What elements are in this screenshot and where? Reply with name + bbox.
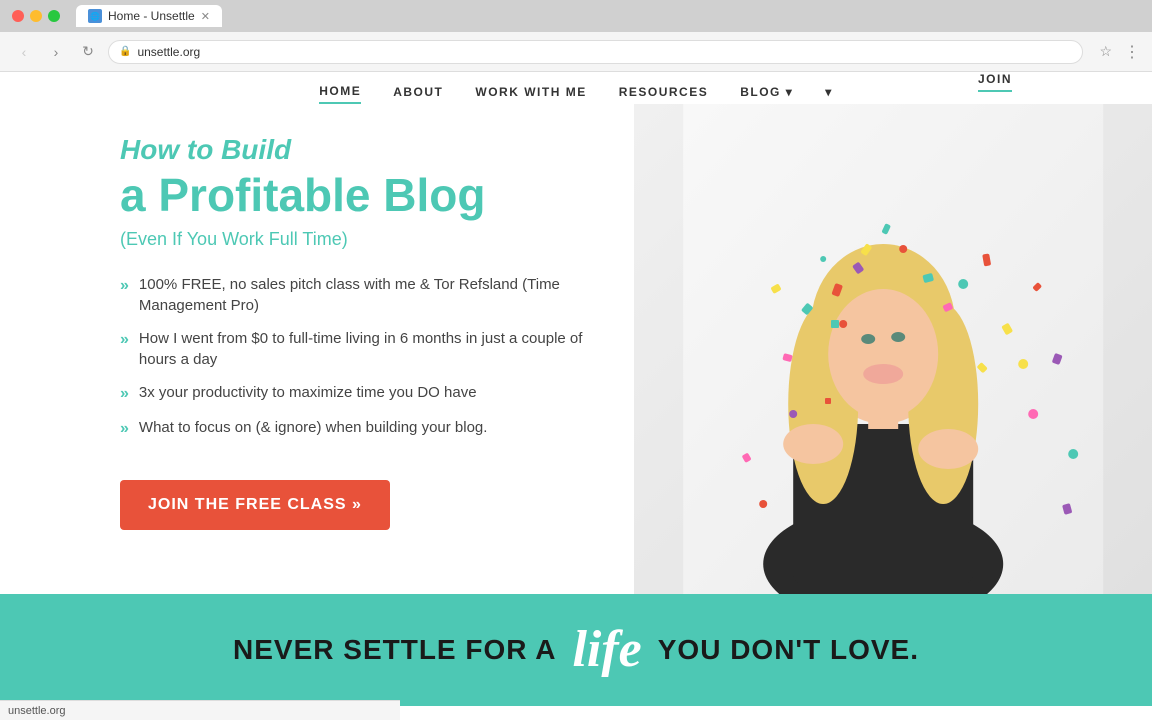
nav-work-with-me[interactable]: WORK WITH ME <box>475 85 586 103</box>
hero-subtitle: (Even If You Work Full Time) <box>120 229 594 250</box>
url-text: unsettle.org <box>137 45 200 59</box>
tab-title: Home - Unsettle <box>108 9 195 23</box>
website-content: HOME ABOUT WORK WITH ME RESOURCES BLOG ▾… <box>0 72 1152 720</box>
status-url: unsettle.org <box>8 705 65 717</box>
hero-section: How to Build a Profitable Blog (Even If … <box>0 104 1152 594</box>
back-button[interactable]: ‹ <box>12 40 36 64</box>
address-bar[interactable]: 🔒 unsettle.org <box>108 40 1083 64</box>
confetti-dot-2 <box>825 398 831 404</box>
footer-text-1: NEVER SETTLE FOR A <box>233 634 556 666</box>
site-nav: HOME ABOUT WORK WITH ME RESOURCES BLOG ▾… <box>0 72 1152 104</box>
maximize-button[interactable] <box>48 10 60 22</box>
minimize-button[interactable] <box>30 10 42 22</box>
nav-blog[interactable]: BLOG ▾ <box>740 85 793 103</box>
bullet-arrow-4: » <box>120 418 129 440</box>
nav-join[interactable]: JOIN <box>978 72 1012 92</box>
close-button[interactable] <box>12 10 24 22</box>
nav-resources[interactable]: RESOURCES <box>619 85 709 103</box>
footer-text-2: YOU DON'T LOVE. <box>658 634 919 666</box>
bullet-item-3: » 3x your productivity to maximize time … <box>120 382 594 405</box>
bullet-item-1: » 100% FREE, no sales pitch class with m… <box>120 274 594 316</box>
nav-extra-dropdown[interactable]: ▾ <box>825 85 833 103</box>
tab-favicon: 🌐 <box>88 9 102 23</box>
hero-title-small: How to Build <box>120 134 594 166</box>
browser-tab[interactable]: 🌐 Home - Unsettle ✕ <box>76 5 222 27</box>
title-bar: 🌐 Home - Unsettle ✕ <box>0 0 1152 32</box>
bullet-item-4: » What to focus on (& ignore) when build… <box>120 417 594 440</box>
browser-toolbar: ‹ › ↻ 🔒 unsettle.org ☆ ⋮ <box>0 32 1152 72</box>
bullet-arrow-1: » <box>120 275 129 297</box>
lock-icon: 🔒 <box>119 46 131 57</box>
confetti-dot-1 <box>831 320 839 328</box>
hero-title-large: a Profitable Blog <box>120 170 594 221</box>
footer-text-script: life <box>572 624 641 676</box>
status-bar: unsettle.org <box>0 700 400 720</box>
woman-illustration <box>634 104 1152 594</box>
hero-image <box>634 104 1152 594</box>
nav-home[interactable]: HOME <box>319 84 361 104</box>
bullet-arrow-2: » <box>120 329 129 351</box>
join-free-class-button[interactable]: JOIN THE FREE CLASS » <box>120 480 390 530</box>
nav-about[interactable]: ABOUT <box>393 85 443 103</box>
traffic-lights <box>12 10 60 22</box>
hero-content: How to Build a Profitable Blog (Even If … <box>0 104 634 594</box>
footer-teaser: NEVER SETTLE FOR A life YOU DON'T LOVE. <box>0 594 1152 706</box>
bullet-arrow-3: » <box>120 383 129 405</box>
hero-image-placeholder <box>634 104 1152 594</box>
refresh-button[interactable]: ↻ <box>76 40 100 64</box>
menu-icon[interactable]: ⋮ <box>1124 42 1140 62</box>
bullet-list: » 100% FREE, no sales pitch class with m… <box>120 274 594 453</box>
browser-chrome: 🌐 Home - Unsettle ✕ ‹ › ↻ 🔒 unsettle.org… <box>0 0 1152 72</box>
tab-close-icon[interactable]: ✕ <box>201 10 210 23</box>
bullet-item-2: » How I went from $0 to full-time living… <box>120 328 594 370</box>
forward-button[interactable]: › <box>44 40 68 64</box>
bookmark-icon[interactable]: ☆ <box>1099 43 1112 60</box>
